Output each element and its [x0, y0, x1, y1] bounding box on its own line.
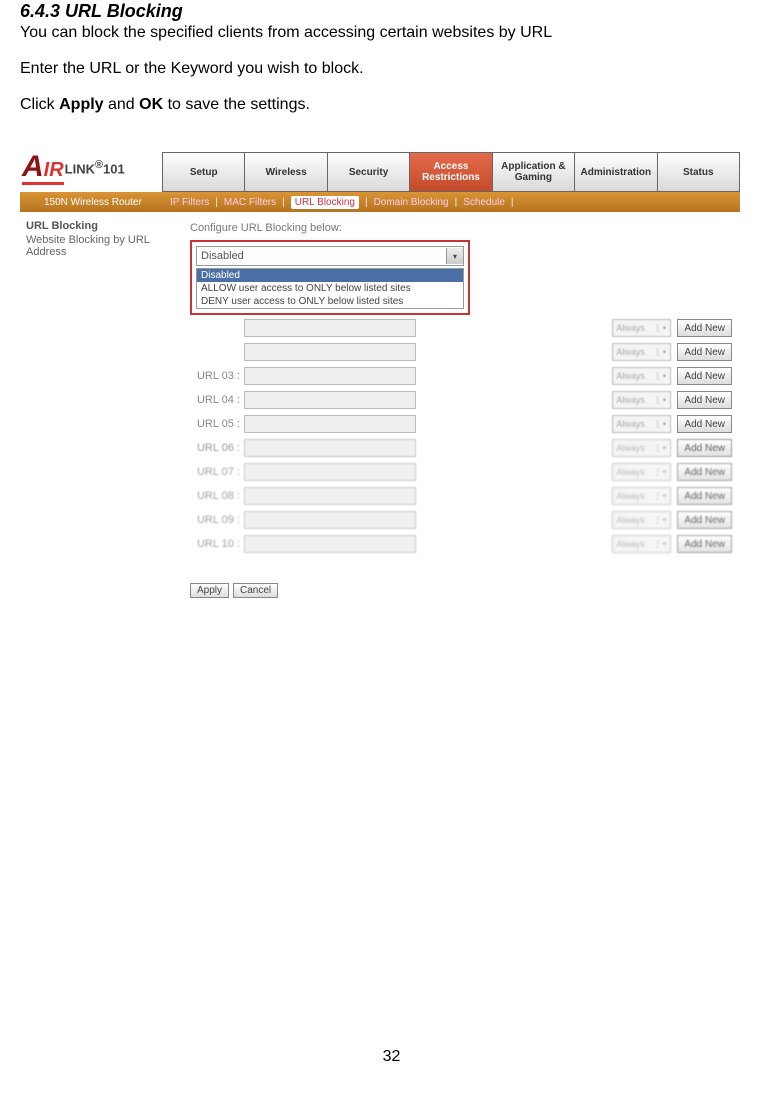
intro-text-2: Enter the URL or the Keyword you wish to…	[20, 60, 763, 78]
add-new-button[interactable]: Add New	[677, 391, 732, 409]
dropdown-selected-value: Disabled	[197, 250, 446, 262]
add-new-button[interactable]: Add New	[677, 415, 732, 433]
tab-security[interactable]: Security	[327, 152, 409, 192]
url-label: URL 10 :	[190, 538, 244, 550]
schedule-select[interactable]: Always▾	[612, 535, 671, 553]
url-row-05: URL 05 : Always▾ Add New	[190, 415, 732, 433]
chevron-down-icon: ▾	[657, 540, 670, 548]
chevron-down-icon: ▾	[657, 444, 670, 452]
subnav-schedule[interactable]: Schedule	[463, 197, 505, 208]
subnav-domain-blocking[interactable]: Domain Blocking	[374, 197, 449, 208]
url-label: URL 07 :	[190, 466, 244, 478]
chevron-down-icon: ▾	[657, 420, 670, 428]
intro-text-3: Click Apply and OK to save the settings.	[20, 96, 763, 114]
url-input[interactable]	[244, 415, 416, 433]
cancel-button[interactable]: Cancel	[233, 583, 278, 598]
chevron-down-icon: ▾	[446, 248, 463, 264]
schedule-select[interactable]: Always▾	[612, 511, 671, 529]
subnav-mac-filters[interactable]: MAC Filters	[224, 197, 276, 208]
url-input[interactable]	[244, 343, 416, 361]
chevron-down-icon: ▾	[657, 372, 670, 380]
subnav-url-blocking[interactable]: URL Blocking	[291, 196, 359, 209]
schedule-select[interactable]: Always▾	[612, 367, 671, 385]
sidebar: URL Blocking Website Blocking by URL Add…	[20, 212, 182, 608]
add-new-button[interactable]: Add New	[677, 463, 732, 481]
url-input[interactable]	[244, 391, 416, 409]
router-admin-screenshot: AIRLINK®101 Setup Wireless Security Acce…	[20, 144, 740, 608]
url-row-07: URL 07 : Always▾ Add New	[190, 463, 732, 481]
url-input[interactable]	[244, 367, 416, 385]
tab-wireless[interactable]: Wireless	[244, 152, 326, 192]
url-row-03: URL 03 : Always▾ Add New	[190, 367, 732, 385]
ok-word: OK	[139, 96, 163, 113]
url-input[interactable]	[244, 535, 416, 553]
url-input[interactable]	[244, 463, 416, 481]
chevron-down-icon: ▾	[657, 516, 670, 524]
device-name: 150N Wireless Router	[40, 197, 194, 208]
url-label: URL 04 :	[190, 394, 244, 406]
url-row-06: URL 06 : Always▾ Add New	[190, 439, 732, 457]
add-new-button[interactable]: Add New	[677, 511, 732, 529]
url-row-09: URL 09 : Always▾ Add New	[190, 511, 732, 529]
sidebar-title: URL Blocking	[26, 220, 176, 232]
add-new-button[interactable]: Add New	[677, 439, 732, 457]
chevron-down-icon: ▾	[657, 324, 670, 332]
url-row-04: URL 04 : Always▾ Add New	[190, 391, 732, 409]
logo: AIRLINK®101	[20, 144, 162, 192]
tab-setup[interactable]: Setup	[162, 152, 244, 192]
tab-status[interactable]: Status	[657, 152, 740, 192]
schedule-select[interactable]: Always▾	[612, 343, 671, 361]
main-tabs: Setup Wireless Security Access Restricti…	[162, 152, 740, 192]
add-new-button[interactable]: Add New	[677, 487, 732, 505]
url-row-10: URL 10 : Always▾ Add New	[190, 535, 732, 553]
url-row-08: URL 08 : Always▾ Add New	[190, 487, 732, 505]
section-heading: 6.4.3 URL Blocking	[20, 1, 763, 22]
schedule-select[interactable]: Always▾	[612, 463, 671, 481]
url-label: URL 05 :	[190, 418, 244, 430]
tab-access-restrictions[interactable]: Access Restrictions	[409, 152, 491, 192]
url-input[interactable]	[244, 487, 416, 505]
url-input[interactable]	[244, 511, 416, 529]
sub-nav: 150N Wireless Router IP Filters| MAC Fil…	[20, 192, 740, 212]
text-fragment: to save the settings.	[163, 96, 310, 113]
schedule-select[interactable]: Always▾	[612, 439, 671, 457]
add-new-button[interactable]: Add New	[677, 367, 732, 385]
add-new-button[interactable]: Add New	[677, 343, 732, 361]
url-label: URL 08 :	[190, 490, 244, 502]
url-row-hidden-1: Always▾ Add New	[190, 319, 732, 337]
chevron-down-icon: ▾	[657, 468, 670, 476]
configure-label: Configure URL Blocking below:	[190, 222, 732, 234]
sidebar-description: Website Blocking by URL Address	[26, 234, 176, 258]
url-input[interactable]	[244, 319, 416, 337]
apply-button[interactable]: Apply	[190, 583, 229, 598]
text-fragment: and	[104, 96, 140, 113]
url-label: URL 03 :	[190, 370, 244, 382]
add-new-button[interactable]: Add New	[677, 319, 732, 337]
url-label: URL 06 :	[190, 442, 244, 454]
chevron-down-icon: ▾	[657, 492, 670, 500]
chevron-down-icon: ▾	[657, 348, 670, 356]
schedule-select[interactable]: Always▾	[612, 487, 671, 505]
intro-text-1: You can block the specified clients from…	[20, 24, 763, 42]
url-row-hidden-2: Always▾ Add New	[190, 343, 732, 361]
apply-word: Apply	[59, 96, 103, 113]
chevron-down-icon: ▾	[657, 396, 670, 404]
url-label: URL 09 :	[190, 514, 244, 526]
tab-administration[interactable]: Administration	[574, 152, 656, 192]
schedule-select[interactable]: Always▾	[612, 319, 671, 337]
tab-application-gaming[interactable]: Application & Gaming	[492, 152, 574, 192]
add-new-button[interactable]: Add New	[677, 535, 732, 553]
schedule-select[interactable]: Always▾	[612, 391, 671, 409]
text-fragment: Click	[20, 96, 59, 113]
url-input[interactable]	[244, 439, 416, 457]
page-number: 32	[20, 1048, 763, 1086]
schedule-select[interactable]: Always▾	[612, 415, 671, 433]
